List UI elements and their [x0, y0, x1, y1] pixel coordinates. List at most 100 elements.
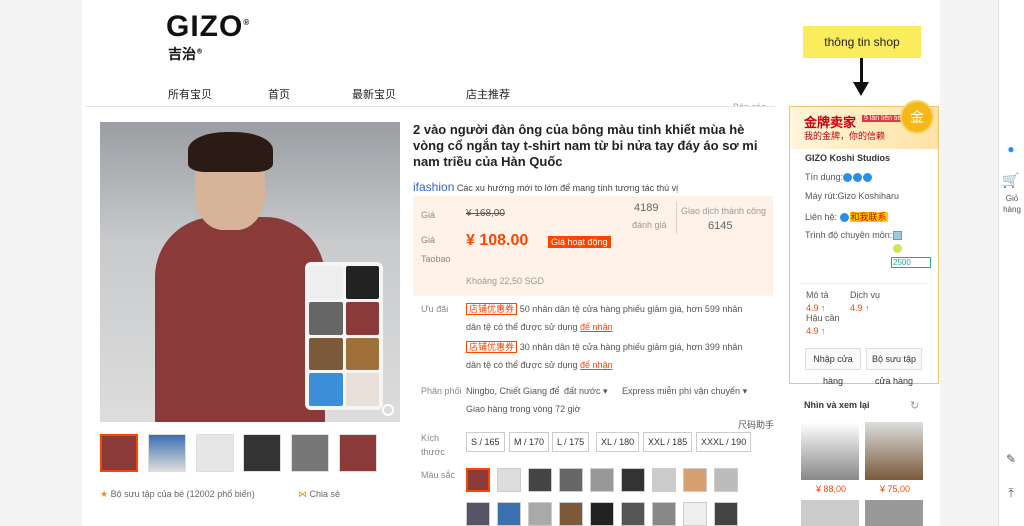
back-to-top-icon[interactable]: ⤒	[1002, 486, 1020, 501]
refresh-icon[interactable]: ↻	[910, 399, 919, 412]
color-swatch[interactable]	[652, 502, 676, 526]
color-swatch[interactable]	[559, 468, 583, 492]
variant-collage	[305, 262, 383, 410]
score-service-value: 4.9 ↑	[850, 303, 870, 313]
shop-seller: Máy rút:Gizo Koshiharu	[805, 191, 900, 201]
ifashion-banner[interactable]: ifashion Các xu hướng mới to lớn để mang…	[413, 180, 678, 194]
collect-shop-button[interactable]: Bộ sưu tập	[866, 348, 922, 370]
color-swatch[interactable]	[714, 502, 738, 526]
size-option[interactable]: XXL / 185	[643, 432, 693, 452]
thumbnail[interactable]	[339, 434, 377, 472]
product-title: 2 vào người đàn ông của bông màu tinh kh…	[413, 122, 758, 169]
recommend-item-price: ¥ 88,00	[816, 484, 847, 494]
recommend-item-price: ¥ 75,00	[880, 484, 911, 494]
enter-shop-button[interactable]: Nhập cửa	[805, 348, 861, 370]
page-gutter-left	[0, 0, 82, 526]
color-swatch[interactable]	[559, 502, 583, 526]
message-icon[interactable]: ●	[1002, 142, 1020, 156]
thumbnail[interactable]	[291, 434, 329, 472]
brand-logo[interactable]: GIZO®	[166, 10, 250, 44]
nav-recommended[interactable]: 店主推荐	[466, 86, 510, 102]
annotation-callout: thông tin shop	[803, 26, 921, 58]
shop-credit: Tín dụng:	[805, 172, 873, 183]
cart-label[interactable]: Giỏ hàng	[1000, 193, 1024, 215]
taobao-price-label: Giá	[421, 235, 436, 245]
size-option[interactable]: S / 165	[466, 432, 505, 452]
recommend-item-image[interactable]	[801, 422, 859, 480]
rating-label: đánh giá	[632, 220, 667, 230]
claim-coupon-link[interactable]: để nhận	[580, 360, 613, 370]
ifashion-logo: ifashion	[413, 180, 455, 194]
collect-link[interactable]: ★ Bộ sưu tập của bé (12002 phổ biến)	[100, 489, 255, 500]
annotation-arrow	[860, 58, 863, 84]
collect-shop-button-label[interactable]: cửa hàng	[866, 376, 922, 386]
sale-tag: Giá hoạt động	[548, 236, 611, 248]
score-logistics-label: Hậu cần	[806, 313, 840, 323]
page-gutter-right	[940, 0, 998, 526]
cart-icon[interactable]: 🛒	[1002, 172, 1020, 189]
share-link[interactable]: ⋈ Chia sẻ	[298, 489, 340, 500]
size-option[interactable]: L / 175	[552, 432, 590, 452]
expertise-icon	[893, 231, 902, 240]
ship-from: Ningbo, Chiết Giang để	[466, 386, 560, 396]
color-swatch[interactable]	[528, 502, 552, 526]
color-swatch[interactable]	[497, 468, 521, 492]
edit-icon[interactable]: ✎	[1002, 452, 1020, 466]
color-swatch[interactable]	[621, 468, 645, 492]
shop-contact: Liên hệ: 和我联系	[805, 212, 888, 223]
nav-newest[interactable]: 最新宝贝	[352, 86, 396, 102]
brand-logo-sub: 吉治®	[168, 47, 203, 63]
color-swatch[interactable]	[590, 502, 614, 526]
size-option[interactable]: XL / 180	[596, 432, 640, 452]
color-swatch[interactable]	[466, 468, 490, 492]
color-swatch[interactable]	[466, 502, 490, 526]
coupon-tag: 店铺优惠券	[466, 303, 518, 315]
claim-coupon-link[interactable]: để nhận	[580, 322, 613, 332]
color-swatch[interactable]	[652, 468, 676, 492]
seller-name[interactable]: Gizo Koshiharu	[838, 191, 900, 201]
rating-count[interactable]: 4189	[634, 202, 658, 214]
product-main-image[interactable]	[100, 122, 400, 422]
offer-text: dân tệ có thể được sử dụng để nhận	[466, 360, 613, 370]
color-swatch[interactable]	[621, 502, 645, 526]
size-option[interactable]: XXXL / 190	[696, 432, 752, 452]
sale-price: ¥ 108.00	[466, 232, 529, 249]
thumbnail[interactable]	[196, 434, 234, 472]
offer-row: 店铺优惠券 30 nhân dân tệ cửa hàng phiếu giảm…	[466, 340, 742, 353]
color-swatch[interactable]	[683, 468, 707, 492]
color-swatch[interactable]	[497, 502, 521, 526]
size-option[interactable]: M / 170	[509, 432, 550, 452]
expertise-level-icon	[893, 244, 902, 253]
color-swatch[interactable]	[590, 468, 614, 492]
thumbnail[interactable]	[148, 434, 186, 472]
score-description-label: Mô tả	[806, 290, 829, 300]
color-swatch[interactable]	[714, 468, 738, 492]
recommend-title: Nhìn và xem lại	[804, 400, 870, 410]
distribution-label: Phân phối	[421, 386, 462, 396]
shop-name[interactable]: GIZO Koshi Studios	[805, 153, 890, 163]
coupon-tag: 店铺优惠券	[466, 341, 518, 353]
recommend-item-image[interactable]	[865, 500, 923, 526]
size-helper-link[interactable]: 尺码助手	[738, 418, 774, 431]
star-icon: ★	[100, 489, 109, 499]
recommend-item-image[interactable]	[865, 422, 923, 480]
color-swatch[interactable]	[683, 502, 707, 526]
score-service-label: Dịch vụ	[850, 290, 881, 300]
zoom-icon[interactable]	[382, 404, 394, 416]
recommend-item-image[interactable]	[801, 500, 859, 526]
offer-label: Ưu đãi	[421, 304, 449, 314]
nav-all-items[interactable]: 所有宝贝	[168, 86, 212, 102]
contact-seller-button[interactable]: 和我联系	[849, 212, 888, 222]
price-label: Giá	[421, 210, 436, 220]
thumbnail[interactable]	[243, 434, 281, 472]
shipping-method-select[interactable]: Express miễn phí vận chuyển ▾	[622, 386, 747, 397]
color-swatch[interactable]	[528, 468, 552, 492]
size-label-2: thước	[421, 447, 445, 457]
right-toolbar	[998, 0, 1024, 526]
share-icon: ⋈	[298, 489, 307, 499]
thumbnail[interactable]	[100, 434, 138, 472]
offer-row: 店铺优惠券 50 nhân dân tệ cửa hàng phiếu giảm…	[466, 302, 742, 315]
nav-home[interactable]: 首页	[268, 86, 290, 102]
enter-shop-button-label[interactable]: hàng	[805, 376, 861, 386]
ship-destination-select[interactable]: đất nước ▾	[564, 386, 607, 397]
